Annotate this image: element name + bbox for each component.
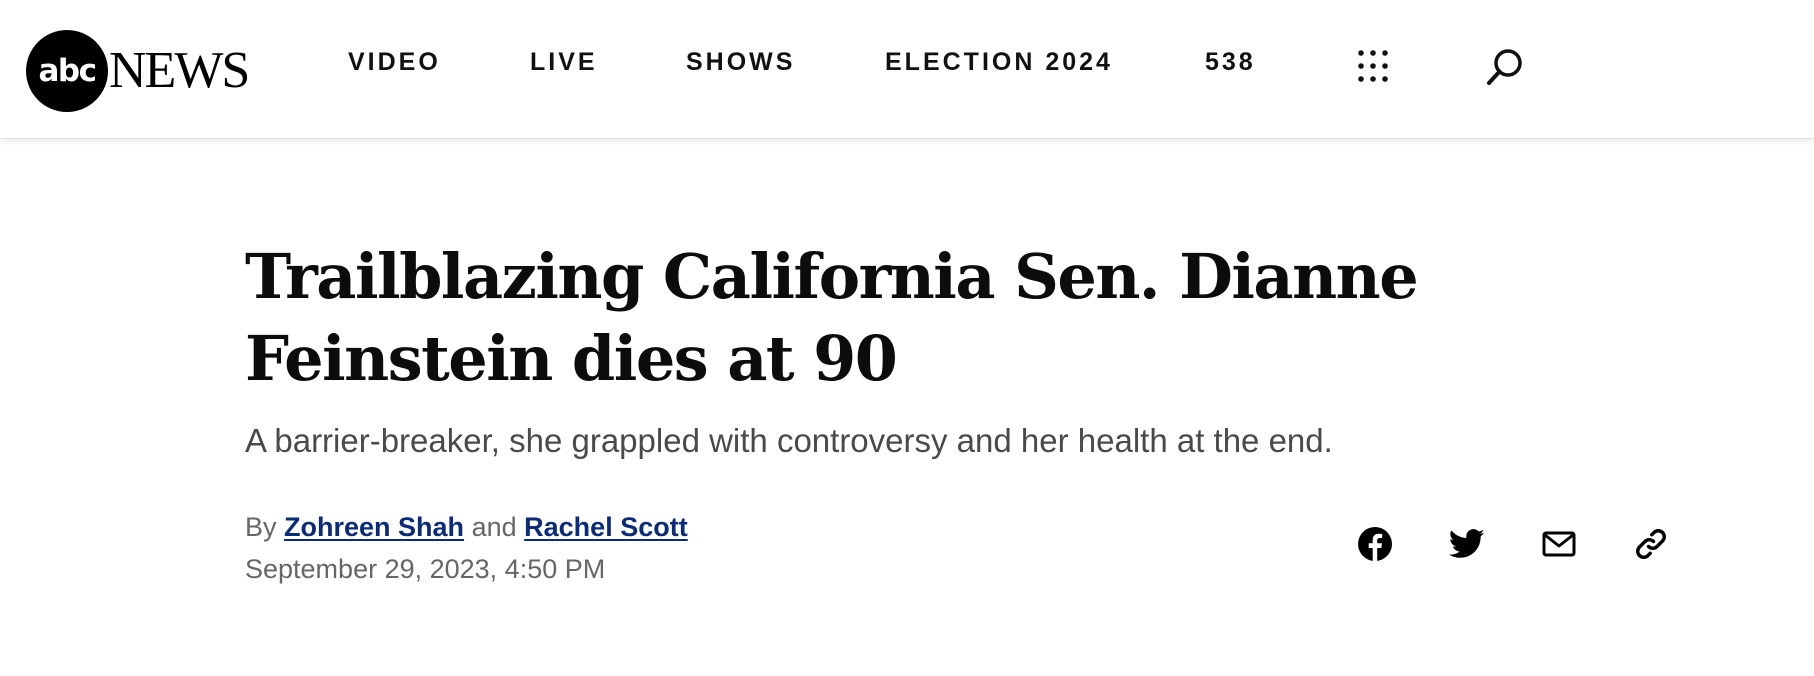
search-icon[interactable] bbox=[1484, 46, 1526, 88]
facebook-icon[interactable] bbox=[1355, 524, 1395, 564]
author-link-zohreen-shah[interactable]: Zohreen Shah bbox=[284, 512, 464, 542]
publish-timestamp: September 29, 2023, 4:50 PM bbox=[245, 554, 606, 584]
abc-news-logo[interactable]: abc NEWS bbox=[26, 30, 250, 112]
byline-conjunction: and bbox=[471, 512, 517, 542]
site-header: abc NEWS VIDEO LIVE SHOWS ELECTION 2024 … bbox=[0, 0, 1814, 139]
article-headline: Trailblazing California Sen. Dianne Fein… bbox=[245, 240, 1419, 395]
nav-item-538[interactable]: 538 bbox=[1205, 50, 1256, 75]
nav-item-shows[interactable]: SHOWS bbox=[686, 50, 795, 75]
email-icon[interactable] bbox=[1539, 524, 1579, 564]
abc-logo-mark: abc bbox=[26, 30, 108, 112]
byline: By Zohreen Shah and Rachel Scott bbox=[245, 512, 688, 543]
twitter-icon[interactable] bbox=[1447, 524, 1487, 564]
nav-item-election-2024[interactable]: ELECTION 2024 bbox=[885, 50, 1113, 75]
grid-menu-icon[interactable] bbox=[1353, 46, 1393, 86]
article-subheadline: A barrier-breaker, she grappled with con… bbox=[245, 422, 1333, 459]
byline-prefix: By bbox=[245, 512, 277, 542]
nav-item-live[interactable]: LIVE bbox=[530, 50, 598, 75]
link-icon[interactable] bbox=[1631, 524, 1671, 564]
nav-item-video[interactable]: VIDEO bbox=[348, 50, 441, 75]
news-wordmark: NEWS bbox=[109, 42, 250, 99]
author-link-rachel-scott[interactable]: Rachel Scott bbox=[524, 512, 688, 542]
